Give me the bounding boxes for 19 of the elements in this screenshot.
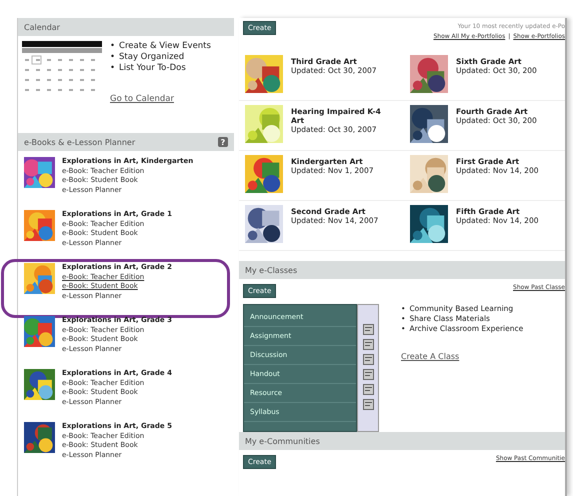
document-icon[interactable] [362,354,374,365]
calendar-link[interactable]: Go to Calendar [110,94,174,104]
section-title: My e-Communities [245,436,320,446]
help-button[interactable]: ? [218,137,228,147]
create-class-link[interactable]: Create A Class [401,352,460,361]
document-icon[interactable] [362,384,374,395]
document-icon[interactable] [362,339,374,350]
feature-item: List Your To-Dos [119,63,186,74]
bullet: • [110,63,116,74]
section-title: e-Books & e-Lesson Planner [24,138,136,146]
document-icon[interactable] [362,369,374,380]
section-title: My e-Classes [245,266,298,274]
document-icon[interactable] [362,399,374,410]
document-icon[interactable] [362,324,374,335]
bullet: • [110,41,116,52]
feature-item: Create & View Events [119,41,211,52]
section-title: Calendar [24,22,60,32]
feature-item: Stay Organized [119,52,184,63]
bullet: • [110,52,116,63]
